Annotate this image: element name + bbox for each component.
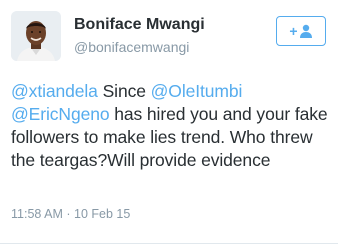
mention-link[interactable]: @xtiandela bbox=[11, 81, 98, 101]
mention-link[interactable]: @OleItumbi bbox=[151, 81, 243, 101]
follow-button[interactable]: + bbox=[276, 16, 326, 46]
follow-plus-label: + bbox=[289, 23, 298, 39]
avatar[interactable] bbox=[11, 11, 61, 61]
tweet-card: Boniface Mwangi @bonifacemwangi + @xtian… bbox=[0, 0, 338, 244]
author-header: Boniface Mwangi @bonifacemwangi bbox=[74, 15, 205, 56]
tweet-timestamp[interactable]: 11:58 AM · 10 Feb 15 bbox=[11, 206, 130, 222]
person-icon bbox=[299, 24, 312, 38]
tweet-text-segment: Since bbox=[97, 81, 151, 101]
username[interactable]: @bonifacemwangi bbox=[74, 38, 205, 56]
tweet-text: @xtiandela Since @OleItumbi @EricNgeno h… bbox=[11, 80, 333, 172]
mention-link[interactable]: @EricNgeno bbox=[11, 104, 110, 124]
display-name[interactable]: Boniface Mwangi bbox=[74, 15, 205, 35]
profile-photo-icon bbox=[11, 11, 61, 61]
